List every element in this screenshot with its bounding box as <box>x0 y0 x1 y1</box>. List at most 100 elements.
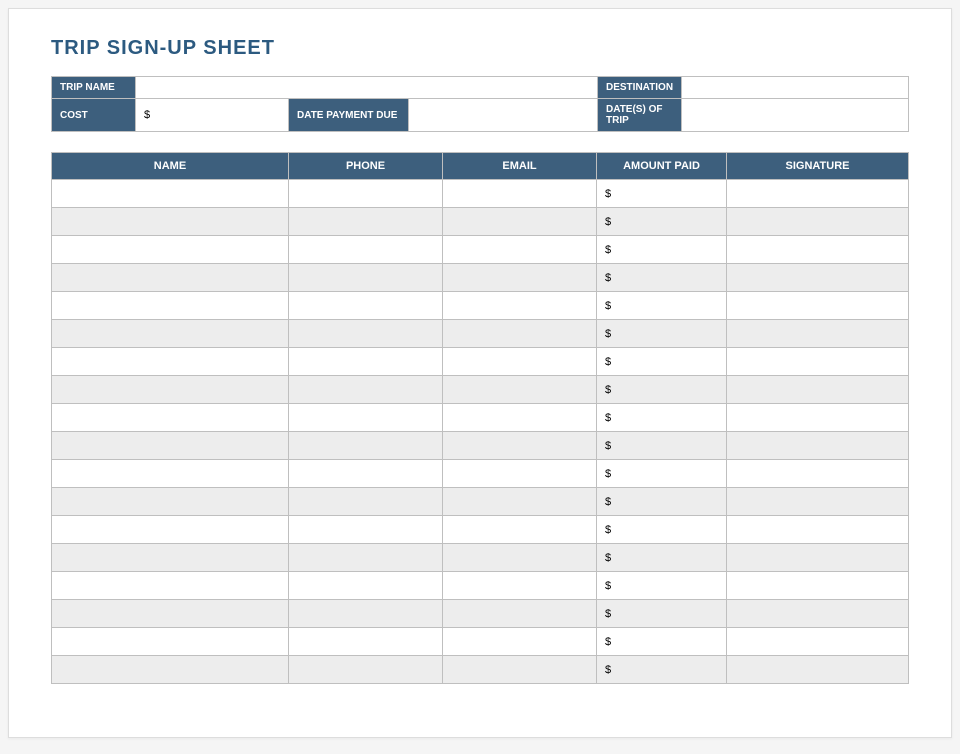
cell-signature[interactable] <box>727 488 909 516</box>
cell-email[interactable] <box>443 656 597 684</box>
cell-amount[interactable]: $ <box>597 600 727 628</box>
cell-email[interactable] <box>443 572 597 600</box>
cell-signature[interactable] <box>727 572 909 600</box>
cell-name[interactable] <box>52 544 289 572</box>
trip-name-value[interactable] <box>136 77 598 99</box>
cell-email[interactable] <box>443 600 597 628</box>
cell-signature[interactable] <box>727 320 909 348</box>
cell-signature[interactable] <box>727 460 909 488</box>
cell-amount[interactable]: $ <box>597 236 727 264</box>
cell-email[interactable] <box>443 544 597 572</box>
cell-email[interactable] <box>443 432 597 460</box>
cell-signature[interactable] <box>727 348 909 376</box>
cell-amount[interactable]: $ <box>597 432 727 460</box>
cell-name[interactable] <box>52 488 289 516</box>
cell-name[interactable] <box>52 236 289 264</box>
cell-amount[interactable]: $ <box>597 320 727 348</box>
cell-email[interactable] <box>443 404 597 432</box>
cell-email[interactable] <box>443 376 597 404</box>
cell-phone[interactable] <box>289 292 443 320</box>
cell-email[interactable] <box>443 628 597 656</box>
cell-amount[interactable]: $ <box>597 292 727 320</box>
cell-amount[interactable]: $ <box>597 376 727 404</box>
cell-amount[interactable]: $ <box>597 348 727 376</box>
cell-phone[interactable] <box>289 404 443 432</box>
cell-name[interactable] <box>52 656 289 684</box>
cell-amount[interactable]: $ <box>597 460 727 488</box>
cell-amount[interactable]: $ <box>597 544 727 572</box>
cost-value[interactable]: $ <box>136 99 289 132</box>
cell-amount[interactable]: $ <box>597 572 727 600</box>
cell-name[interactable] <box>52 432 289 460</box>
cell-email[interactable] <box>443 488 597 516</box>
cell-name[interactable] <box>52 180 289 208</box>
cell-amount[interactable]: $ <box>597 264 727 292</box>
cell-phone[interactable] <box>289 376 443 404</box>
cell-amount[interactable]: $ <box>597 516 727 544</box>
cell-name[interactable] <box>52 320 289 348</box>
cell-phone[interactable] <box>289 208 443 236</box>
cell-signature[interactable] <box>727 656 909 684</box>
cell-phone[interactable] <box>289 348 443 376</box>
cell-signature[interactable] <box>727 600 909 628</box>
cell-phone[interactable] <box>289 544 443 572</box>
cell-phone[interactable] <box>289 180 443 208</box>
table-row: $ <box>52 628 909 656</box>
cell-name[interactable] <box>52 348 289 376</box>
cell-name[interactable] <box>52 292 289 320</box>
table-row: $ <box>52 292 909 320</box>
dates-trip-value[interactable] <box>682 99 909 132</box>
cell-phone[interactable] <box>289 656 443 684</box>
cell-phone[interactable] <box>289 460 443 488</box>
cell-email[interactable] <box>443 236 597 264</box>
cell-name[interactable] <box>52 208 289 236</box>
cell-phone[interactable] <box>289 320 443 348</box>
cell-phone[interactable] <box>289 264 443 292</box>
cell-phone[interactable] <box>289 516 443 544</box>
cell-name[interactable] <box>52 572 289 600</box>
cell-signature[interactable] <box>727 292 909 320</box>
cell-name[interactable] <box>52 516 289 544</box>
cell-amount[interactable]: $ <box>597 656 727 684</box>
cell-email[interactable] <box>443 460 597 488</box>
cell-name[interactable] <box>52 404 289 432</box>
cell-phone[interactable] <box>289 600 443 628</box>
cell-name[interactable] <box>52 264 289 292</box>
cell-signature[interactable] <box>727 432 909 460</box>
cell-amount[interactable]: $ <box>597 208 727 236</box>
cell-email[interactable] <box>443 292 597 320</box>
cell-phone[interactable] <box>289 432 443 460</box>
cell-name[interactable] <box>52 460 289 488</box>
cell-signature[interactable] <box>727 404 909 432</box>
cell-email[interactable] <box>443 208 597 236</box>
cell-email[interactable] <box>443 320 597 348</box>
cell-signature[interactable] <box>727 264 909 292</box>
cell-signature[interactable] <box>727 376 909 404</box>
cell-signature[interactable] <box>727 516 909 544</box>
cell-phone[interactable] <box>289 236 443 264</box>
cell-signature[interactable] <box>727 180 909 208</box>
cell-signature[interactable] <box>727 208 909 236</box>
cell-email[interactable] <box>443 264 597 292</box>
cell-signature[interactable] <box>727 544 909 572</box>
cell-phone[interactable] <box>289 628 443 656</box>
cell-signature[interactable] <box>727 628 909 656</box>
cell-name[interactable] <box>52 376 289 404</box>
date-due-value[interactable] <box>409 99 598 132</box>
cell-name[interactable] <box>52 600 289 628</box>
cell-phone[interactable] <box>289 572 443 600</box>
cell-amount[interactable]: $ <box>597 488 727 516</box>
destination-value[interactable] <box>682 77 909 99</box>
cell-amount[interactable]: $ <box>597 628 727 656</box>
col-amount: AMOUNT PAID <box>597 153 727 180</box>
cell-email[interactable] <box>443 516 597 544</box>
cell-signature[interactable] <box>727 236 909 264</box>
cell-amount[interactable]: $ <box>597 404 727 432</box>
cell-email[interactable] <box>443 180 597 208</box>
cell-name[interactable] <box>52 628 289 656</box>
cell-amount[interactable]: $ <box>597 180 727 208</box>
cell-phone[interactable] <box>289 488 443 516</box>
table-row: $ <box>52 320 909 348</box>
table-row: $ <box>52 264 909 292</box>
cell-email[interactable] <box>443 348 597 376</box>
